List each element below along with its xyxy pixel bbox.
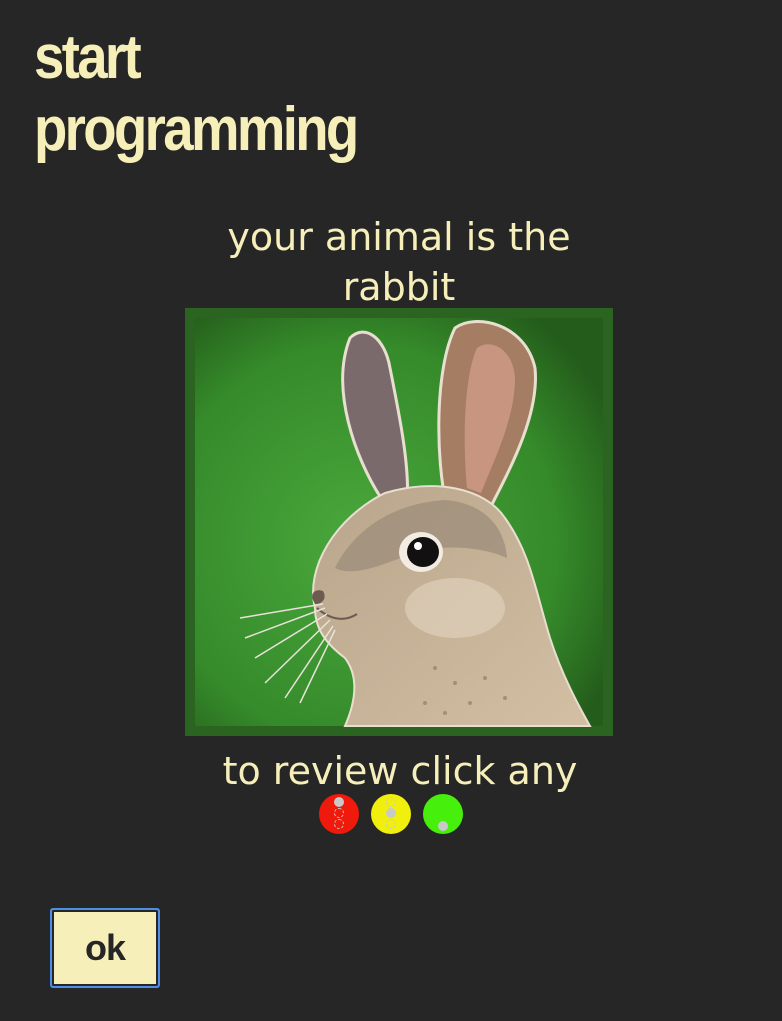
title-line-2: programming — [34, 95, 359, 164]
animal-message-line-1: your animal is the — [227, 215, 571, 259]
yellow-dot-button[interactable] — [371, 794, 411, 834]
green-dot-button[interactable] — [423, 794, 463, 834]
pip-icon — [334, 819, 344, 829]
rabbit-image — [185, 308, 613, 736]
pip-icon — [386, 808, 396, 818]
review-instructions: to review click any — [222, 749, 578, 793]
rabbit-picture-icon — [185, 308, 613, 736]
page-title: start programming — [34, 22, 404, 166]
red-dot-button[interactable] — [319, 794, 359, 834]
pip-icon — [386, 797, 396, 807]
review-dots — [319, 794, 463, 834]
pip-icon — [334, 797, 344, 807]
pip-icon — [438, 821, 448, 831]
pip-icon — [334, 808, 344, 818]
ok-button[interactable]: ok — [50, 908, 160, 988]
pip-icon — [386, 819, 396, 829]
animal-message: your animal is the rabbit — [180, 212, 618, 312]
title-line-1: start — [34, 23, 142, 92]
animal-message-line-2: rabbit — [342, 265, 456, 309]
